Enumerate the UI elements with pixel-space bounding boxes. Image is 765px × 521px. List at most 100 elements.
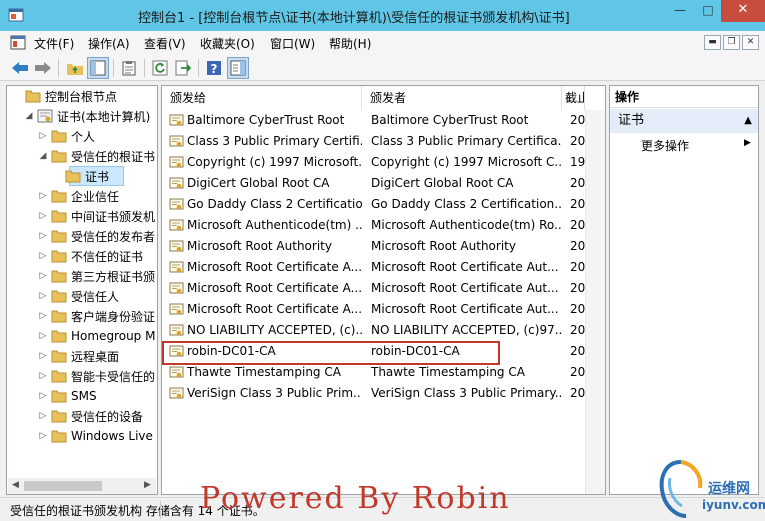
cell-issued-by: Baltimore CyberTrust Root — [371, 113, 529, 127]
list-vertical-scrollbar[interactable] — [585, 110, 605, 494]
close-button[interactable]: ✕ — [721, 0, 765, 22]
collapsed-arrow-icon[interactable]: ▷ — [37, 391, 49, 401]
cell-issued-to: DigiCert Global Root CA — [187, 176, 330, 190]
menu-help[interactable]: 帮助(H) — [329, 35, 371, 52]
tree-item[interactable]: ▷ 企业信任 — [37, 186, 119, 206]
certificate-row[interactable]: Microsoft Authenticode(tm) ... Microsoft … — [162, 215, 605, 236]
export-list-button[interactable] — [172, 57, 194, 79]
cell-issued-to: NO LIABILITY ACCEPTED, (c)... — [187, 323, 362, 337]
tree-item[interactable]: ▷ 远程桌面 — [37, 346, 119, 366]
mdi-minimize-button[interactable]: ▬ — [704, 35, 721, 50]
tree-item[interactable]: ▷ Windows Live I — [37, 426, 157, 446]
maximize-button[interactable]: □ — [694, 0, 722, 22]
folder-icon — [51, 290, 67, 303]
tree-item[interactable]: ▷ 个人 — [37, 126, 95, 146]
tree-item[interactable]: ▷ 中间证书颁发机 — [37, 206, 155, 226]
collapsed-arrow-icon[interactable]: ▷ — [37, 431, 49, 441]
menu-favorites[interactable]: 收藏夹(O) — [200, 35, 255, 52]
tree-item-label: 受信任人 — [71, 289, 120, 304]
cell-issued-by: Microsoft Root Authority — [371, 239, 516, 253]
scroll-left-arrow-icon[interactable]: ◀ — [12, 480, 19, 490]
certificate-row[interactable]: Class 3 Public Primary Certifi... Class 3… — [162, 131, 605, 152]
column-header-expiration[interactable]: 截止日 — [562, 86, 585, 110]
more-actions-item[interactable]: 更多操作 — [641, 137, 689, 154]
certificate-row[interactable]: Baltimore CyberTrust Root Baltimore Cyber… — [162, 110, 605, 131]
collapsed-arrow-icon[interactable]: ▷ — [37, 311, 49, 321]
menu-window[interactable]: 窗口(W) — [270, 35, 315, 52]
tree-item-label: 远程桌面 — [71, 349, 120, 364]
expanded-arrow-icon[interactable]: ◢ — [23, 111, 35, 121]
tree-item[interactable]: ▷ 客户端身份验证 — [37, 306, 155, 326]
action-pane-icon — [230, 60, 246, 76]
collapsed-arrow-icon[interactable]: ▷ — [37, 411, 49, 421]
cell-issued-to: Copyright (c) 1997 Microsoft... — [187, 155, 362, 169]
certificate-row[interactable]: Microsoft Root Authority Microsoft Root A… — [162, 236, 605, 257]
show-hide-action-pane-button[interactable] — [227, 57, 249, 79]
certificate-row[interactable]: Microsoft Root Certificate A... Microsoft… — [162, 257, 605, 278]
tree-item[interactable]: ▷ 受信任的发布者 — [37, 226, 155, 246]
cell-issued-to: Baltimore CyberTrust Root — [187, 113, 345, 127]
show-hide-tree-button[interactable] — [87, 57, 109, 79]
cell-issued-to: Go Daddy Class 2 Certificatio... — [187, 197, 362, 211]
certificate-row[interactable]: Microsoft Root Certificate A... Microsoft… — [162, 278, 605, 299]
menu-file[interactable]: 文件(F) — [34, 35, 74, 52]
tree-item[interactable]: ▷ 受信任的设备 — [37, 406, 143, 426]
collapsed-arrow-icon[interactable]: ▷ — [37, 331, 49, 341]
collapsed-arrow-icon[interactable]: ▷ — [37, 291, 49, 301]
actions-section-certificates[interactable]: 证书 ▲ — [610, 109, 758, 133]
collapsed-arrow-icon[interactable]: ▷ — [37, 271, 49, 281]
menu-view[interactable]: 查看(V) — [144, 35, 186, 52]
certificate-icon — [169, 387, 184, 399]
collapsed-arrow-icon[interactable]: ▷ — [37, 251, 49, 261]
collapsed-arrow-icon[interactable]: ▷ — [37, 231, 49, 241]
up-one-level-button[interactable] — [64, 57, 86, 79]
actions-header: 操作 — [610, 86, 758, 108]
collapse-caret-icon[interactable]: ▲ — [744, 109, 752, 133]
tree-item-label: 受信任的设备 — [71, 409, 144, 424]
tree-item[interactable]: ▷ 智能卡受信任的 — [37, 366, 155, 386]
column-header-issued-to[interactable]: 颁发给 — [162, 86, 362, 110]
menu-action[interactable]: 操作(A) — [88, 35, 130, 52]
tree-item[interactable]: ◢ 受信任的根证书 — [37, 146, 155, 166]
scroll-right-arrow-icon[interactable]: ▶ — [144, 480, 151, 490]
mdi-restore-button[interactable]: ❐ — [723, 35, 740, 50]
tree-item-label: 企业信任 — [71, 189, 120, 204]
tree-item[interactable]: ◢ 证书(本地计算机) — [23, 106, 150, 126]
tree-item[interactable]: ▷ SMS — [37, 386, 97, 406]
certificate-row[interactable]: VeriSign Class 3 Public Prim... VeriSign … — [162, 383, 605, 404]
certificate-list-pane[interactable]: 颁发给 颁发者 截止日 Baltimore CyberTrust RootBal… — [161, 85, 606, 495]
cell-expiration: 2036/ — [570, 302, 585, 316]
collapsed-arrow-icon[interactable]: ▷ — [37, 131, 49, 141]
certificate-row[interactable]: Microsoft Root Certificate A... Microsoft… — [162, 299, 605, 320]
collapsed-arrow-icon[interactable]: ▷ — [37, 211, 49, 221]
mdi-close-button[interactable]: ✕ — [742, 35, 759, 50]
certificate-row[interactable]: Thawte Timestamping CA Thawte Timestampin… — [162, 362, 605, 383]
certificate-row[interactable]: Copyright (c) 1997 Microsoft... Copyright… — [162, 152, 605, 173]
scrollbar-thumb[interactable] — [24, 481, 102, 491]
certificate-row[interactable]: Go Daddy Class 2 Certificatio... Go Daddy… — [162, 194, 605, 215]
tree-item[interactable]: ▷ 不信任的证书 — [37, 246, 143, 266]
cell-expiration: 2020/ — [570, 239, 585, 253]
forward-button[interactable] — [32, 57, 54, 79]
collapsed-arrow-icon[interactable]: ▷ — [37, 351, 49, 361]
help-button[interactable]: ? — [203, 57, 225, 79]
certificate-row[interactable]: DigiCert Global Root CA DigiCert Global R… — [162, 173, 605, 194]
tree-item[interactable]: ▷ Homegroup M — [37, 326, 156, 346]
tree-item[interactable]: ▷ 第三方根证书颁 — [37, 266, 155, 286]
document-window-icon[interactable] — [10, 35, 26, 50]
expanded-arrow-icon[interactable]: ◢ — [37, 151, 49, 161]
console-tree-pane[interactable]: 控制台根节点 ◢ 证书(本地计算机) ▷ 个人 ◢ 受信任的根证书 证书 ▷ 企业信任 ▷ 中间证书颁… — [6, 85, 158, 495]
minimize-button[interactable]: — — [666, 0, 694, 22]
tree-item[interactable]: 控制台根节点 — [11, 86, 117, 106]
certificate-row[interactable]: NO LIABILITY ACCEPTED, (c)... NO LIABILIT… — [162, 320, 605, 341]
properties-button[interactable] — [118, 57, 140, 79]
collapsed-arrow-icon[interactable]: ▷ — [37, 371, 49, 381]
tree-item[interactable]: 证书 — [51, 166, 109, 186]
column-header-issued-by[interactable]: 颁发者 — [362, 86, 562, 110]
collapsed-arrow-icon[interactable]: ▷ — [37, 191, 49, 201]
help-icon: ? — [207, 61, 221, 76]
tree-horizontal-scrollbar[interactable]: ◀ ▶ — [8, 478, 156, 494]
tree-item[interactable]: ▷ 受信任人 — [37, 286, 119, 306]
refresh-button[interactable] — [149, 57, 171, 79]
back-button[interactable] — [9, 57, 31, 79]
